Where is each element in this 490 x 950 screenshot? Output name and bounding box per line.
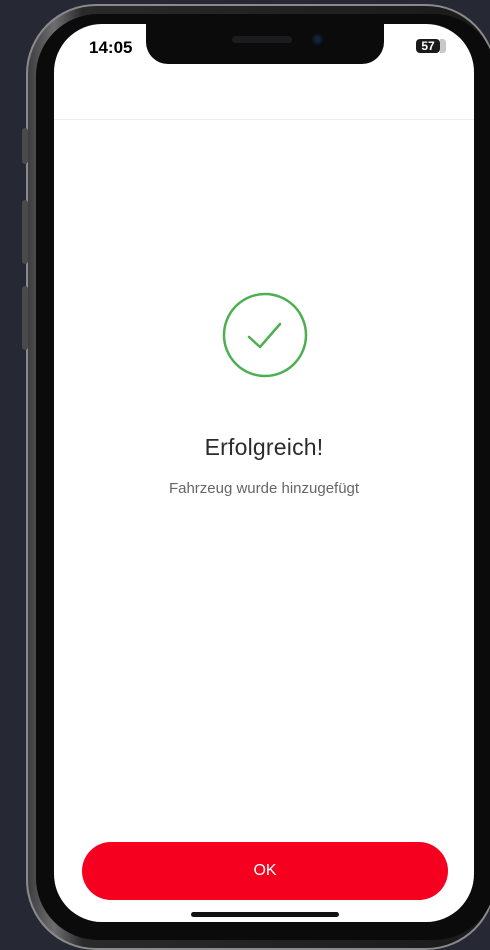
battery-cap	[440, 39, 446, 53]
header-divider	[54, 119, 474, 120]
speaker-grille	[232, 36, 292, 43]
success-title: Erfolgreich!	[204, 434, 324, 460]
volume-up-button	[22, 200, 28, 264]
status-time: 14:05	[89, 38, 133, 57]
battery-icon: 57	[416, 39, 440, 53]
ok-button[interactable]: OK	[82, 842, 448, 900]
front-camera	[312, 34, 323, 45]
mute-switch	[22, 128, 28, 164]
home-indicator[interactable]	[191, 912, 339, 917]
checkmark-circle-icon	[222, 292, 308, 378]
volume-down-button	[22, 286, 28, 350]
success-message: Fahrzeug wurde hinzugefügt	[168, 480, 360, 497]
app-screen: 14:05 57 Erfolgreich! Fahrzeug wurde hin…	[54, 24, 474, 922]
notch	[146, 24, 384, 64]
